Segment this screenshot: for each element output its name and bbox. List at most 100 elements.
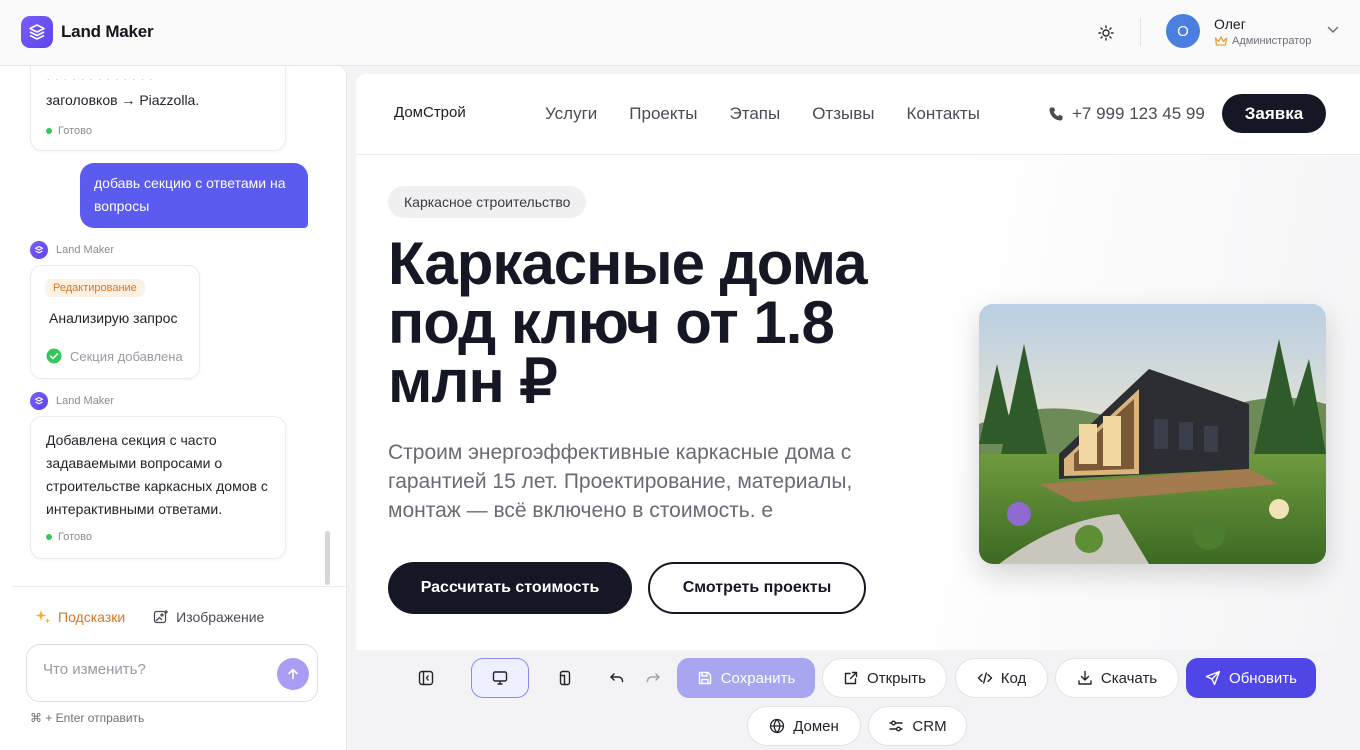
update-label: Обновить	[1229, 669, 1297, 687]
user-role: Администратор	[1214, 35, 1311, 47]
check-circle-icon	[46, 348, 62, 364]
chat-divider	[12, 586, 346, 587]
crown-icon	[1214, 35, 1228, 46]
layers-icon	[30, 392, 48, 410]
chat-scrollbar[interactable]	[325, 531, 330, 585]
tab-image-label: Изображение	[176, 609, 265, 625]
code-icon	[977, 672, 992, 684]
site-nav: ДомСтрой Услуги Проекты Этапы Отзывы Кон…	[356, 74, 1360, 155]
app-header: Land Maker О Олег Администратор	[0, 0, 1360, 66]
toggle-sidebar-button[interactable]	[411, 663, 441, 693]
undo-icon	[610, 673, 624, 683]
globe-icon	[770, 718, 785, 734]
user-menu[interactable]: О Олег Администратор	[1166, 14, 1339, 48]
download-button[interactable]: Скачать	[1055, 658, 1179, 698]
header-divider	[1140, 18, 1141, 46]
tab-image[interactable]: Изображение	[153, 609, 264, 625]
avatar: О	[1166, 14, 1200, 48]
chat-messages[interactable]: · · · · · · · · · · · · · заголовков → P…	[0, 66, 330, 586]
chevron-down-icon	[1328, 26, 1339, 34]
crm-button[interactable]: CRM	[868, 706, 967, 746]
chat-input[interactable]	[43, 661, 273, 678]
monitor-icon	[492, 671, 508, 685]
desktop-view-button[interactable]	[471, 658, 529, 698]
sidebar-collapse-icon	[418, 670, 434, 686]
chat-panel: · · · · · · · · · · · · · заголовков → P…	[0, 66, 347, 750]
status-dot	[46, 128, 52, 134]
mobile-view-button[interactable]	[550, 663, 580, 693]
undo-button[interactable]	[602, 663, 632, 693]
crm-label: CRM	[912, 717, 947, 735]
nav-link-services[interactable]: Услуги	[545, 104, 597, 124]
floppy-icon	[698, 671, 711, 685]
assistant-label: Land Maker	[30, 392, 114, 410]
download-label: Скачать	[1100, 669, 1158, 687]
arrow-up-icon	[288, 668, 298, 680]
progress-step: Секция добавлена	[46, 348, 183, 364]
tab-hints[interactable]: Подсказки	[35, 609, 125, 625]
assistant-label: Land Maker	[30, 241, 114, 259]
nav-link-stages[interactable]: Этапы	[730, 104, 781, 124]
site-nav-links: Услуги Проекты Этапы Отзывы Контакты	[545, 104, 980, 124]
hero-subtitle: Строим энергоэффективные каркасные дома …	[388, 441, 853, 522]
save-label: Сохранить	[720, 669, 796, 687]
chat-input-box	[26, 644, 318, 702]
user-name: Олег	[1214, 15, 1246, 32]
send-button[interactable]	[277, 658, 309, 690]
assistant-name: Land Maker	[56, 244, 115, 256]
phone-icon	[1049, 107, 1063, 121]
domain-button[interactable]: Домен	[747, 706, 861, 746]
open-button[interactable]: Открыть	[822, 658, 947, 698]
progress-step-label: Секция добавлена	[70, 348, 183, 364]
domain-label: Домен	[793, 717, 839, 735]
hero-title: Каркасные дома под ключ от 1.8 млн ₽	[388, 230, 868, 415]
redo-icon	[646, 673, 660, 683]
redo-button[interactable]	[638, 663, 668, 693]
nav-link-contacts[interactable]: Контакты	[906, 104, 979, 124]
user-info: Олег Администратор	[1214, 16, 1311, 47]
download-icon	[1078, 670, 1092, 685]
nav-link-reviews[interactable]: Отзывы	[812, 104, 874, 124]
assistant-message: · · · · · · · · · · · · · заголовков → P…	[30, 66, 286, 151]
status-badge: Редактирование	[45, 279, 145, 297]
status-label: Готово	[58, 531, 92, 543]
user-message: добавь секцию с ответами на вопросы	[80, 163, 308, 228]
code-button[interactable]: Код	[955, 658, 1048, 698]
assistant-message: Добавлена секция с часто задаваемыми воп…	[30, 416, 286, 559]
layers-icon	[21, 16, 53, 48]
hero-badge: Каркасное строительство	[388, 186, 587, 218]
site-phone-number: +7 999 123 45 99	[1072, 104, 1205, 123]
progress-card: Редактирование Анализирую запрос Секция …	[30, 265, 200, 379]
nav-link-projects[interactable]: Проекты	[629, 104, 697, 124]
layers-icon	[30, 241, 48, 259]
save-button[interactable]: Сохранить	[677, 658, 815, 698]
send-hint: ⌘ + Enter отправить	[30, 711, 145, 725]
open-label: Открыть	[867, 669, 926, 687]
hero-section: Каркасное строительство Каркасные дома п…	[356, 156, 1360, 650]
message-text: Добавлена секция с часто задаваемыми воп…	[46, 432, 268, 517]
site-preview: ДомСтрой Услуги Проекты Этапы Отзывы Кон…	[356, 74, 1360, 650]
message-text: заголовков → Piazzolla.	[46, 92, 200, 108]
sparkles-icon	[35, 610, 51, 624]
message-status: Готово	[46, 125, 92, 137]
status-dot	[46, 534, 52, 540]
hero-house-image	[979, 304, 1326, 564]
calculate-cost-button[interactable]: Рассчитать стоимость	[388, 562, 632, 614]
tablet-icon	[559, 670, 571, 686]
app-logo[interactable]: Land Maker	[21, 16, 154, 48]
site-request-button[interactable]: Заявка	[1222, 94, 1326, 133]
image-add-icon	[153, 610, 169, 624]
view-projects-button[interactable]: Смотреть проекты	[648, 562, 866, 614]
sun-icon	[1098, 25, 1114, 41]
theme-toggle-button[interactable]	[1094, 21, 1118, 45]
message-hidden-line: · · · · · · · · · · · · ·	[46, 71, 154, 80]
site-logo[interactable]: ДомСтрой	[394, 104, 466, 121]
tab-hints-label: Подсказки	[58, 609, 126, 625]
send-icon	[1205, 670, 1221, 686]
update-button[interactable]: Обновить	[1186, 658, 1316, 698]
site-phone[interactable]: +7 999 123 45 99	[1048, 104, 1205, 124]
message-status: Готово	[46, 531, 92, 543]
code-label: Код	[1000, 669, 1027, 687]
status-label: Готово	[58, 125, 92, 137]
progress-title: Анализирую запрос	[49, 310, 178, 326]
